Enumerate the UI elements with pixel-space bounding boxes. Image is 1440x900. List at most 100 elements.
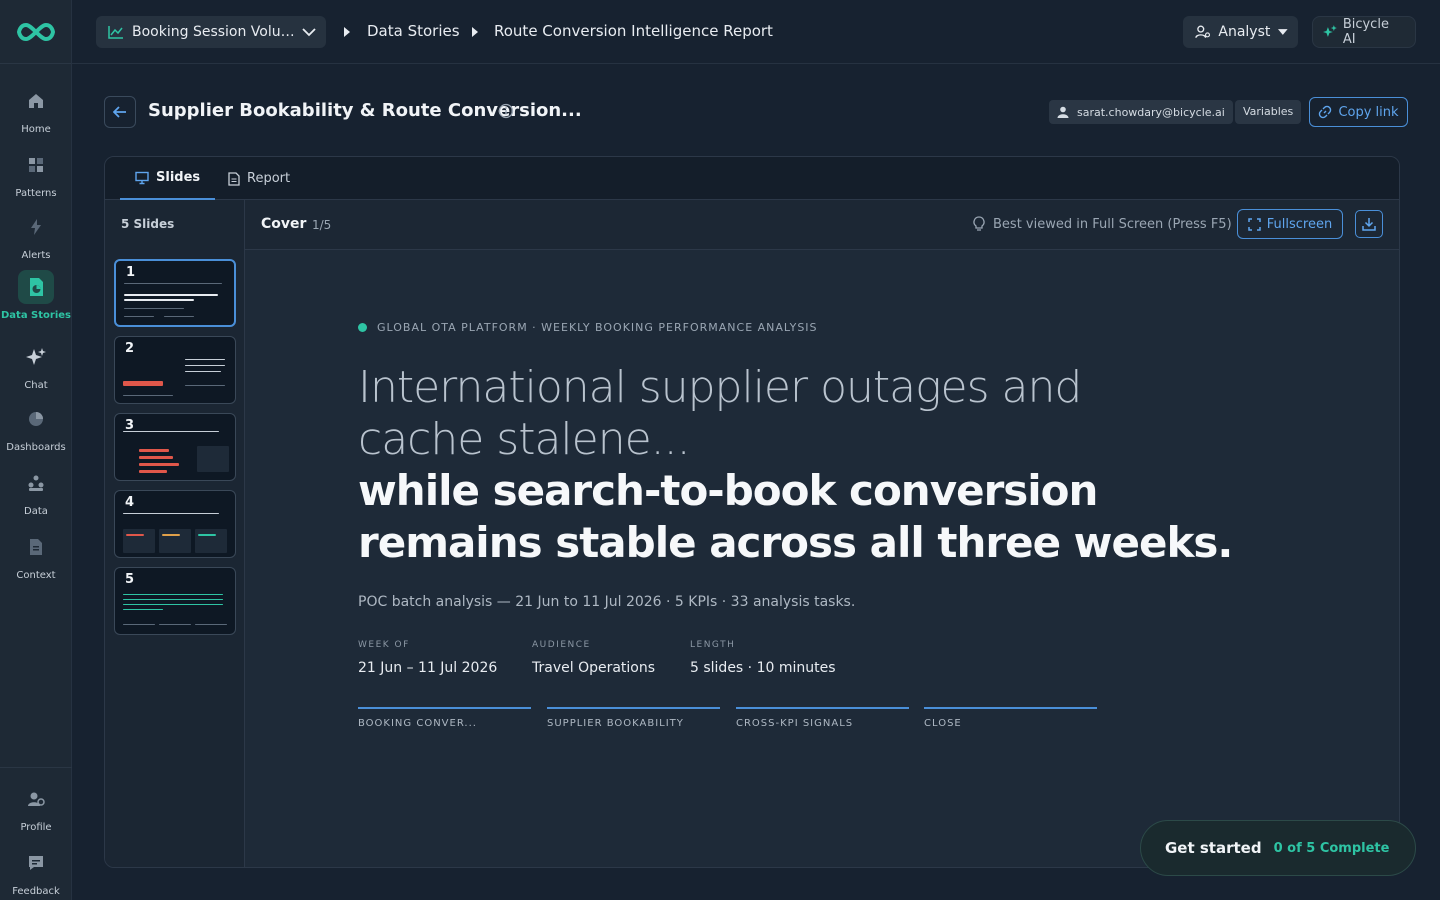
headline-light: International supplier outages and cache… bbox=[358, 362, 1082, 465]
copy-link-button[interactable]: Copy link bbox=[1309, 97, 1408, 127]
slide-thumbnail-1[interactable]: 1 bbox=[114, 259, 236, 327]
thumb-line bbox=[123, 513, 219, 514]
thumb-green-figure bbox=[198, 534, 216, 536]
thumb-line bbox=[124, 283, 222, 284]
breadcrumb-current: Route Conversion Intelligence Report bbox=[494, 22, 773, 40]
slide-eyebrow: GLOBAL OTA PLATFORM · WEEKLY BOOKING PER… bbox=[358, 321, 818, 334]
owner-chip: sarat.chowdary@bicycle.ai bbox=[1049, 100, 1233, 124]
rail-item-feedback[interactable]: Feedback bbox=[0, 846, 72, 897]
meta-key: WEEK OF bbox=[358, 640, 410, 650]
user-gear-icon bbox=[1195, 25, 1211, 38]
slide-thumbnail-2[interactable]: 2 bbox=[114, 336, 236, 404]
thumb-amber-figure bbox=[162, 534, 180, 536]
rail-item-label: Profile bbox=[20, 822, 52, 833]
fullscreen-button[interactable]: Fullscreen bbox=[1237, 209, 1343, 239]
pie-icon bbox=[18, 402, 54, 436]
rail-item-dashboards[interactable]: Dashboards bbox=[0, 402, 72, 453]
meta-audience: AUDIENCE Travel Operations bbox=[532, 640, 655, 676]
slide-thumbnails: 5 Slides 1 2 3 4 5 bbox=[105, 200, 245, 867]
thumb-line bbox=[123, 395, 173, 396]
breadcrumb-data-stories[interactable]: Data Stories bbox=[367, 22, 460, 40]
profile-icon bbox=[18, 782, 54, 816]
thumb-line bbox=[124, 316, 154, 317]
thumb-panel bbox=[195, 529, 227, 553]
slide-thumbnail-5[interactable]: 5 bbox=[114, 567, 236, 635]
thumb-line bbox=[124, 294, 218, 296]
section-close: CLOSE bbox=[924, 707, 1097, 729]
caret-right-icon bbox=[344, 27, 350, 37]
info-icon[interactable] bbox=[498, 103, 514, 123]
meta-value: 21 Jun – 11 Jul 2026 bbox=[358, 660, 498, 676]
rail-item-chat[interactable]: Chat bbox=[0, 340, 72, 391]
rail-item-patterns[interactable]: Patterns bbox=[0, 148, 72, 199]
rail-item-profile[interactable]: Profile bbox=[0, 782, 72, 833]
thumb-panel bbox=[197, 446, 229, 472]
rail-item-label: Dashboards bbox=[6, 442, 66, 453]
slide-thumbnail-3[interactable]: 3 bbox=[114, 413, 236, 481]
fullscreen-label: Fullscreen bbox=[1266, 216, 1333, 232]
thumb-line bbox=[123, 594, 223, 595]
meta-week: WEEK OF 21 Jun – 11 Jul 2026 bbox=[358, 640, 497, 676]
tab-slides[interactable]: Slides bbox=[120, 157, 216, 200]
meta-value: 5 slides · 10 minutes bbox=[690, 660, 836, 676]
download-button[interactable] bbox=[1355, 210, 1383, 238]
rail-item-data-stories[interactable]: Data Stories bbox=[0, 270, 72, 321]
back-button[interactable] bbox=[104, 96, 136, 128]
slide-subline: POC batch analysis — 21 Jun to 11 Jul 20… bbox=[358, 594, 856, 610]
thumb-panel bbox=[123, 529, 155, 553]
thumb-line bbox=[123, 599, 223, 600]
status-dot bbox=[358, 323, 367, 332]
story-title: Supplier Bookability & Route Conversion.… bbox=[148, 100, 582, 121]
rail-item-label: Alerts bbox=[21, 250, 51, 261]
rail-item-data[interactable]: Data bbox=[0, 466, 72, 517]
get-started-widget[interactable]: Get started 0 of 5 Complete bbox=[1140, 820, 1416, 876]
section-cross-kpi-signals: CROSS-KPI SIGNALS bbox=[736, 707, 909, 729]
role-label: Analyst bbox=[1218, 24, 1271, 40]
thumb-line bbox=[195, 624, 227, 625]
rail-item-label: Feedback bbox=[12, 886, 60, 897]
data-stories-icon bbox=[18, 270, 54, 304]
thumb-line bbox=[123, 624, 155, 625]
role-selector[interactable]: Analyst bbox=[1183, 16, 1298, 48]
slide-count: 5 Slides bbox=[121, 217, 175, 231]
headline-bold: while search-to-book conversion remains … bbox=[358, 466, 1233, 567]
slide-thumbnail-4[interactable]: 4 bbox=[114, 490, 236, 558]
rail-item-label: Data bbox=[24, 506, 48, 517]
patterns-icon bbox=[18, 148, 54, 182]
home-icon bbox=[18, 84, 54, 118]
ai-label: Bicycle AI bbox=[1342, 17, 1389, 47]
thumb-line bbox=[159, 624, 191, 625]
rail-item-alerts[interactable]: Alerts bbox=[0, 210, 72, 261]
thumb-line bbox=[124, 299, 194, 301]
bicycle-ai-button[interactable]: Bicycle AI bbox=[1312, 16, 1416, 48]
rail-item-label: Data Stories bbox=[0, 310, 71, 321]
fullscreen-hint: Best viewed in Full Screen (Press F5) bbox=[973, 216, 1232, 232]
slide-number: 2 bbox=[125, 341, 135, 356]
sparkle-icon bbox=[18, 340, 54, 374]
get-started-progress: 0 of 5 Complete bbox=[1273, 840, 1390, 856]
tab-label: Report bbox=[247, 171, 291, 186]
thumb-bar bbox=[139, 456, 173, 459]
user-icon bbox=[1057, 106, 1069, 118]
slide-number: 5 bbox=[125, 572, 135, 587]
download-icon bbox=[1362, 218, 1376, 231]
caret-down-icon bbox=[1278, 29, 1288, 35]
owner-email: sarat.chowdary@bicycle.ai bbox=[1077, 105, 1225, 119]
thumb-line bbox=[124, 308, 184, 309]
slide-position: 1/5 bbox=[312, 218, 332, 232]
rail-item-label: Patterns bbox=[15, 188, 57, 199]
rail-item-home[interactable]: Home bbox=[0, 84, 72, 135]
app-logo[interactable] bbox=[0, 0, 71, 64]
rail-item-label: Home bbox=[21, 124, 51, 135]
top-bar: Booking Session Volume... Data Stories R… bbox=[72, 0, 1440, 64]
arrow-left-icon bbox=[113, 106, 126, 118]
variables-button[interactable]: Variables bbox=[1235, 100, 1302, 124]
dataset-selector[interactable]: Booking Session Volume... bbox=[96, 16, 326, 48]
thumb-line bbox=[164, 316, 194, 317]
tab-report[interactable]: Report bbox=[228, 157, 290, 200]
rail-item-context[interactable]: Context bbox=[0, 530, 72, 581]
document-icon bbox=[18, 530, 54, 564]
thumb-bar bbox=[139, 463, 179, 466]
meta-length: LENGTH 5 slides · 10 minutes bbox=[690, 640, 836, 676]
ai-sparkle-icon bbox=[1323, 25, 1337, 37]
